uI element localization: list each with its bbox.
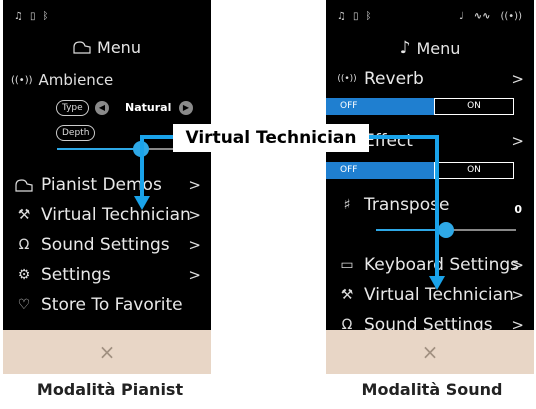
transpose-slider-knob[interactable]: [438, 222, 454, 238]
depth-slider-knob[interactable]: [133, 141, 149, 157]
type-prev-button[interactable]: ◀: [95, 101, 109, 115]
transpose-slider-fill: [376, 229, 446, 231]
transpose-value: 0: [514, 203, 522, 216]
gear-icon: ⚙: [17, 267, 31, 283]
virtual-technician-callout: Virtual Technician: [173, 124, 369, 152]
menu-item-pianist-demos[interactable]: Pianist Demos >: [3, 170, 211, 200]
menu-item-reverb[interactable]: ((•)) Reverb >: [326, 64, 534, 94]
waveform-status-icon: ∿∿: [473, 11, 491, 22]
chevron-right-icon: >: [511, 70, 524, 88]
headphones-icon: Ω: [18, 237, 30, 253]
effect-off-option[interactable]: OFF: [326, 162, 434, 179]
menu-item-label: Virtual Technician: [364, 285, 514, 305]
effect-toggle[interactable]: OFF ON: [326, 162, 514, 179]
wireless-status-icon: ((•)): [500, 11, 522, 22]
menu-item-label: Reverb: [364, 69, 424, 89]
piano-icon: [73, 41, 91, 54]
caption-pianist-mode: Modalità Pianist: [36, 380, 184, 399]
type-value: Natural: [125, 101, 172, 114]
reverb-on-option[interactable]: ON: [434, 98, 514, 115]
chevron-right-icon: >: [511, 256, 524, 274]
depth-slider-fill: [57, 148, 141, 150]
close-icon[interactable]: ×: [422, 340, 439, 364]
headphones-status-icon: ♫: [337, 11, 346, 22]
pianist-mode-screen: ♫ ▯ ᛒ Menu ((•)) Ambience Type ◀ Natural…: [3, 0, 211, 374]
menu-item-keyboard-settings[interactable]: ▭ Keyboard Settings >: [326, 250, 534, 280]
chevron-right-icon: >: [511, 132, 524, 150]
status-bar: ♫ ▯ ᛒ ♩ ∿∿ ((•)): [337, 11, 526, 25]
menu-item-settings[interactable]: ⚙ Settings >: [3, 260, 211, 290]
menu-item-label: Store To Favorite: [41, 295, 183, 315]
reverb-icon: ((•)): [337, 74, 357, 84]
technician-icon: ⚒: [340, 287, 354, 303]
depth-pill: Depth: [56, 125, 96, 141]
tuning-status-icon: ♩: [459, 11, 464, 22]
menu-item-label: Virtual Technician: [41, 205, 191, 225]
menu-title: Menu: [3, 38, 211, 57]
menu-item-transpose[interactable]: ♯ Transpose: [326, 190, 534, 220]
ambience-header: ((•)) Ambience: [11, 71, 113, 89]
menu-title: ♪ Menu: [326, 38, 534, 58]
menu-item-label: Transpose: [364, 195, 450, 215]
bluetooth-status-icon: ᛒ: [42, 11, 49, 22]
transpose-icon: ♯: [343, 197, 351, 213]
chevron-right-icon: >: [511, 286, 524, 304]
menu-item-label: Pianist Demos: [41, 175, 162, 195]
chevron-right-icon: >: [188, 206, 201, 224]
piano-icon: [11, 178, 37, 192]
chevron-right-icon: >: [188, 266, 201, 284]
menu-item-label: Settings: [41, 265, 111, 285]
status-bar: ♫ ▯ ᛒ: [14, 11, 203, 25]
headphones-status-icon: ♫: [14, 11, 23, 22]
menu-item-label: Keyboard Settings: [364, 255, 520, 275]
menu-item-store-to-favorite[interactable]: ♡ Store To Favorite: [3, 290, 211, 320]
menu-item-label: Effect: [364, 131, 413, 151]
usb-status-icon: ▯: [352, 11, 359, 22]
close-bar[interactable]: ×: [326, 330, 534, 374]
menu-item-sound-settings[interactable]: Ω Sound Settings >: [3, 230, 211, 260]
keyboard-icon: ▭: [340, 257, 354, 273]
menu-item-virtual-technician[interactable]: ⚒ Virtual Technician >: [326, 280, 534, 310]
reverb-toggle[interactable]: OFF ON: [326, 98, 514, 115]
menu-title-label: Menu: [416, 38, 461, 58]
menu-item-label: Sound Settings: [41, 235, 170, 255]
music-note-icon: ♪: [399, 38, 411, 58]
effect-on-option[interactable]: ON: [434, 162, 514, 179]
ambience-icon: ((•)): [11, 74, 33, 86]
caption-sound-mode: Modalità Sound: [361, 380, 503, 399]
close-bar[interactable]: ×: [3, 330, 211, 374]
type-pill: Type: [56, 100, 89, 116]
type-next-button[interactable]: ▶: [179, 101, 193, 115]
chevron-right-icon: >: [188, 236, 201, 254]
ambience-label: Ambience: [38, 71, 114, 89]
close-icon[interactable]: ×: [99, 340, 116, 364]
bluetooth-status-icon: ᛒ: [365, 11, 372, 22]
usb-status-icon: ▯: [29, 11, 36, 22]
menu-item-virtual-technician[interactable]: ⚒ Virtual Technician >: [3, 200, 211, 230]
technician-icon: ⚒: [17, 207, 31, 223]
chevron-right-icon: >: [188, 176, 201, 194]
heart-icon: ♡: [17, 297, 31, 313]
reverb-off-option[interactable]: OFF: [326, 98, 434, 115]
menu-title-label: Menu: [97, 38, 141, 57]
sound-mode-screen: ♫ ▯ ᛒ ♩ ∿∿ ((•)) ♪ Menu ((•)) Reverb > O…: [326, 0, 534, 374]
